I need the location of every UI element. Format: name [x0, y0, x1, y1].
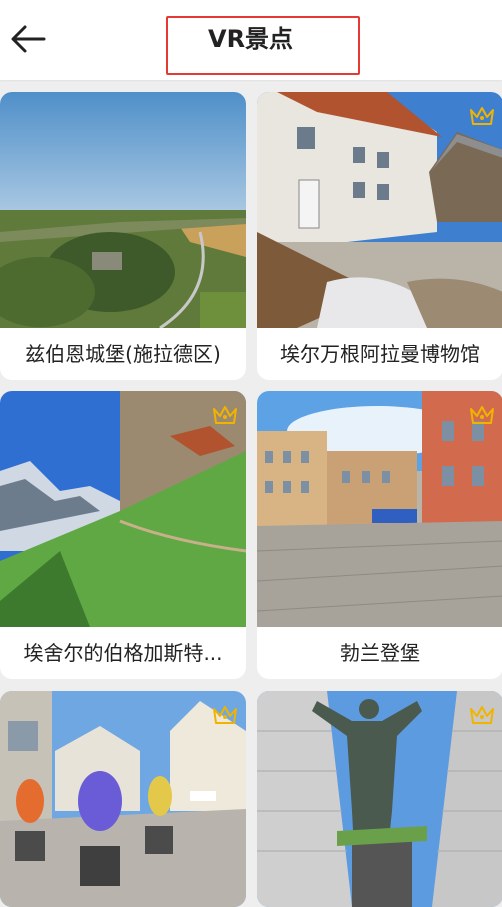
- attraction-card[interactable]: 埃尔万根阿拉曼博物馆: [257, 92, 502, 380]
- crown-icon: [470, 706, 494, 724]
- attraction-card[interactable]: 勃兰登堡: [257, 391, 502, 679]
- attraction-name: 埃尔万根阿拉曼博物馆: [280, 342, 480, 366]
- attraction-thumbnail: [0, 92, 246, 328]
- attraction-name: 勃兰登堡: [340, 641, 420, 665]
- attraction-thumbnail: [0, 391, 246, 627]
- crown-icon: [213, 706, 237, 724]
- attraction-name: 兹伯恩城堡(施拉德区): [25, 342, 221, 366]
- attraction-thumbnail: [257, 391, 502, 627]
- page-title: VR景点: [208, 25, 294, 53]
- attraction-thumbnail: [0, 691, 246, 907]
- top-bar: VR景点: [0, 0, 502, 80]
- arrow-left-icon: [11, 25, 46, 53]
- crown-icon: [470, 406, 494, 424]
- attraction-thumbnail: [257, 92, 502, 328]
- crown-icon: [213, 406, 237, 424]
- crown-icon: [470, 107, 494, 125]
- attraction-card[interactable]: 埃舍尔的伯格加斯特...: [0, 391, 246, 679]
- attraction-thumbnail: [257, 691, 502, 907]
- attraction-card[interactable]: [0, 691, 246, 907]
- attraction-card[interactable]: 兹伯恩城堡(施拉德区): [0, 92, 246, 380]
- attraction-name: 埃舍尔的伯格加斯特...: [23, 641, 223, 665]
- attraction-card[interactable]: [257, 691, 502, 907]
- back-button[interactable]: [8, 20, 48, 60]
